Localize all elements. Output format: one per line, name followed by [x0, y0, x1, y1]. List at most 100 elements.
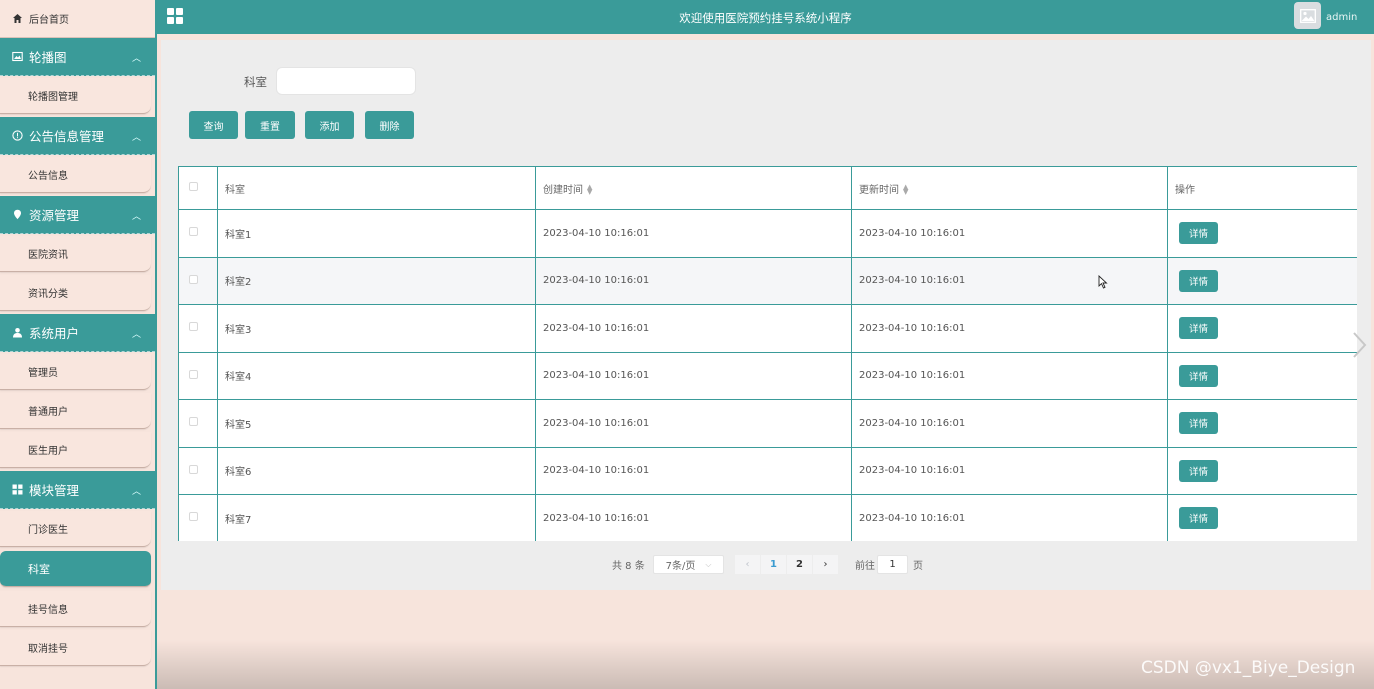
select-all-cell[interactable]	[178, 166, 218, 210]
sidebar-item-doctor-user[interactable]: 医生用户	[0, 432, 151, 468]
home-icon	[12, 13, 23, 24]
cell-updated: 2023-04-10 10:16:01	[851, 256, 1168, 305]
user-icon	[12, 327, 23, 338]
sidebar-item-department[interactable]: 科室	[0, 551, 151, 587]
sidebar-item-hospital-news[interactable]: 医院资讯	[0, 236, 151, 272]
sort-icon[interactable]: ▲ ▼	[587, 183, 592, 195]
row-checkbox[interactable]	[189, 227, 198, 237]
pagination-total: 共 8 条	[612, 561, 645, 572]
table-row: 科室4 2023-04-10 10:16:01 2023-04-10 10:16…	[178, 351, 1357, 400]
cell-created: 2023-04-10 10:16:01	[535, 209, 852, 258]
sidebar-group-notice[interactable]: 公告信息管理 ︿	[0, 117, 155, 155]
sidebar-group-resource[interactable]: 资源管理 ︿	[0, 196, 155, 234]
sidebar-item-carousel-manage[interactable]: 轮播图管理	[0, 78, 151, 114]
cell-created: 2023-04-10 10:16:01	[535, 399, 852, 448]
detail-button[interactable]: 详情	[1179, 412, 1218, 435]
cell-updated: 2023-04-10 10:16:01	[851, 351, 1168, 400]
table-row: 科室2 2023-04-10 10:16:01 2023-04-10 10:16…	[178, 256, 1357, 305]
mouse-cursor-icon	[1098, 274, 1108, 289]
department-search-input[interactable]	[276, 67, 416, 95]
prev-page-button[interactable]: ‹	[735, 555, 760, 574]
cell-name: 科室2	[217, 256, 536, 305]
detail-button[interactable]: 详情	[1179, 364, 1218, 387]
row-checkbox[interactable]	[189, 322, 198, 332]
reset-button[interactable]: 重置	[245, 111, 295, 139]
chevron-up-icon: ︿	[131, 133, 141, 143]
sidebar-item-label: 医生用户	[28, 446, 68, 457]
sidebar-item-registration[interactable]: 挂号信息	[0, 591, 151, 627]
column-header-updated[interactable]: 更新时间 ▲ ▼	[851, 166, 1168, 210]
add-button[interactable]: 添加	[305, 111, 354, 139]
row-checkbox[interactable]	[189, 512, 198, 522]
detail-button[interactable]: 详情	[1179, 222, 1218, 245]
watermark: CSDN @vx1_Biye_Design	[1141, 658, 1356, 678]
detail-button[interactable]: 详情	[1179, 459, 1218, 482]
select-all-checkbox[interactable]	[189, 182, 198, 191]
sidebar-item-label: 取消挂号	[28, 644, 68, 655]
grid-icon	[12, 484, 23, 495]
main-panel: 科室 查询 重置 添加 删除 科室 创建时间▲▼ 更新时间▲▼ 操作 科	[161, 40, 1371, 590]
row-checkbox[interactable]	[189, 417, 198, 427]
chevron-right-icon[interactable]	[1350, 330, 1370, 360]
sidebar-item-admin[interactable]: 管理员	[0, 354, 151, 390]
cell-name: 科室5	[217, 399, 536, 448]
sidebar-home[interactable]: 后台首页	[0, 0, 155, 38]
username[interactable]: admin	[1326, 12, 1357, 23]
sidebar-item-label: 挂号信息	[28, 605, 68, 616]
sidebar-item-normal-user[interactable]: 普通用户	[0, 393, 151, 429]
chevron-up-icon: ︿	[131, 330, 141, 340]
row-checkbox[interactable]	[189, 274, 198, 284]
app-title: 欢迎使用医院预约挂号系统小程序	[679, 11, 852, 25]
goto-page-input[interactable]: 1	[877, 555, 908, 574]
chevron-down-icon: ⌵	[705, 559, 712, 569]
cell-updated: 2023-04-10 10:16:01	[851, 494, 1168, 541]
sidebar-group-modules[interactable]: 模块管理 ︿	[0, 471, 155, 509]
page-1-button[interactable]: 1	[761, 555, 786, 574]
table-header: 科室 创建时间 ▲ ▼ 更新时间 ▲ ▼ 操作	[178, 166, 1357, 210]
cell-name: 科室7	[217, 494, 536, 541]
sidebar-group-label: 系统用户	[29, 326, 80, 341]
sidebar-item-label: 管理员	[28, 368, 58, 379]
sidebar-group-carousel[interactable]: 轮播图 ︿	[0, 38, 155, 76]
sort-icon[interactable]: ▲ ▼	[903, 183, 908, 195]
avatar[interactable]	[1294, 2, 1321, 29]
next-page-button[interactable]: ›	[813, 555, 838, 574]
location-pin-icon	[12, 209, 23, 220]
sidebar-item-label: 普通用户	[28, 407, 68, 418]
cell-name: 科室3	[217, 304, 536, 353]
cell-created: 2023-04-10 10:16:01	[535, 256, 852, 305]
cell-name: 科室1	[217, 209, 536, 258]
query-button[interactable]: 查询	[189, 111, 238, 139]
cell-created: 2023-04-10 10:16:01	[535, 304, 852, 353]
sidebar-group-label: 资源管理	[29, 208, 80, 223]
column-header: 操作	[1167, 166, 1357, 210]
sidebar-item-cancel-registration[interactable]: 取消挂号	[0, 630, 151, 666]
sidebar-item-clinic-doctor[interactable]: 门诊医生	[0, 511, 151, 547]
cell-name: 科室4	[217, 351, 536, 400]
chevron-up-icon: ︿	[131, 54, 141, 64]
sidebar-item-label: 资讯分类	[28, 289, 68, 300]
cell-created: 2023-04-10 10:16:01	[535, 494, 852, 541]
sidebar-item-label: 轮播图管理	[28, 92, 78, 103]
sidebar-item-news-category[interactable]: 资讯分类	[0, 275, 151, 311]
sidebar-group-label: 轮播图	[29, 50, 67, 65]
page-size-select[interactable]: 7条/页 ⌵	[653, 555, 724, 574]
sidebar-group-label: 模块管理	[29, 483, 80, 498]
sidebar: 后台首页 轮播图 ︿ 轮播图管理 公告信息管理 ︿ 公告信息 资源管理 ︿ 医院…	[0, 0, 157, 689]
cell-updated-text: 2023-04-10 10:16:01	[859, 275, 966, 287]
sidebar-item-notice[interactable]: 公告信息	[0, 157, 151, 193]
cell-created: 2023-04-10 10:16:01	[535, 446, 852, 495]
sidebar-item-label: 门诊医生	[28, 525, 68, 536]
detail-button[interactable]: 详情	[1179, 317, 1218, 340]
row-checkbox[interactable]	[189, 369, 198, 379]
row-checkbox[interactable]	[189, 464, 198, 474]
sidebar-group-system-users[interactable]: 系统用户 ︿	[0, 314, 155, 352]
table-row: 科室6 2023-04-10 10:16:01 2023-04-10 10:16…	[178, 446, 1357, 495]
delete-button[interactable]: 删除	[365, 111, 414, 139]
page-2-button[interactable]: 2	[787, 555, 812, 574]
detail-button[interactable]: 详情	[1179, 507, 1218, 530]
cell-name: 科室6	[217, 446, 536, 495]
detail-button[interactable]: 详情	[1179, 269, 1218, 292]
image-icon	[12, 51, 23, 62]
column-header-created[interactable]: 创建时间 ▲ ▼	[535, 166, 852, 210]
